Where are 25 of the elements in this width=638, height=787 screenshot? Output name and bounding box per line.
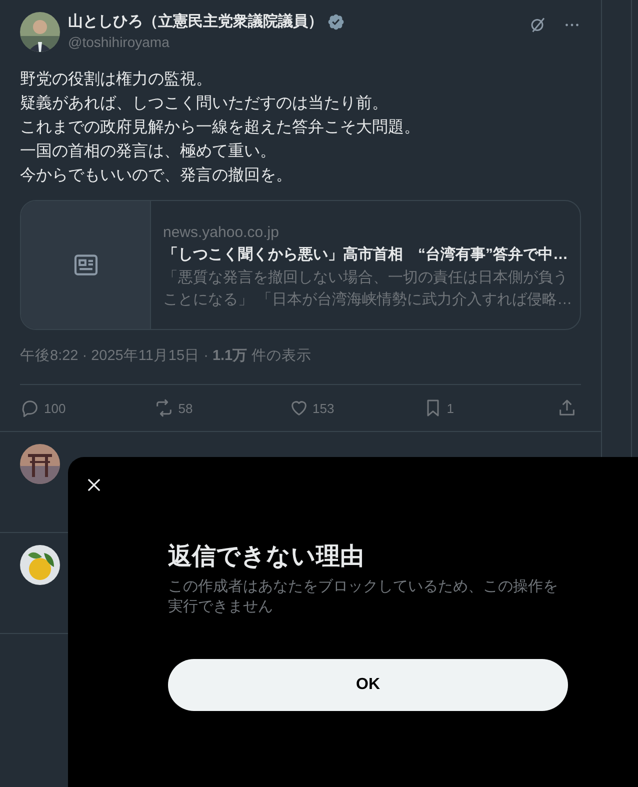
link-title: 「しつこく聞くから悪い」高市首相 “台湾有事”答弁で中… (163, 245, 569, 265)
reply-button[interactable]: 100 (20, 398, 100, 418)
user-handle[interactable]: @toshihiroyama (68, 32, 521, 52)
repost-button[interactable]: 58 (154, 398, 234, 418)
post-text: 一国の首相の発言は、極めて重い。 (20, 142, 277, 162)
heart-icon (288, 398, 308, 418)
post-text: 疑義があれば、しつこく問いただすのは当たり前。 (20, 94, 389, 114)
post-text: これまでの政府見解から一線を超えた答弁こそ大問題。 (20, 118, 421, 138)
like-button[interactable]: 153 (288, 398, 368, 418)
link-domain: news.yahoo.co.jp (163, 223, 280, 243)
speech-bubble-icon (20, 398, 40, 418)
repost-arrows-icon (154, 398, 174, 418)
dialog-message: この作成者はあなたをブロックしているため、この操作を実行できません (168, 577, 559, 617)
slashed-circle-icon[interactable] (529, 16, 547, 34)
link-description: 「悪質な発言を撤回しない場合、一切の責任は日本側が負うことになる」 「日本が台湾海峡情勢に武力介入すれば侵略… (163, 268, 573, 310)
link-card[interactable]: news.yahoo.co.jp 「しつこく聞くから悪い」高市首相 “台湾有事”答弁で中… 「悪質な発言を撤回しない場合、一切の責任は日本側が負うことになる」 「日本が台湾海峡情勢に武力介入すれば侵略… (20, 200, 581, 330)
author-name[interactable]: 山としひろ（立憲民主党衆議院議員） (68, 12, 323, 32)
post-meta: 午後8:22 · 2025年11月15日 · 1.1万 件の表示 (20, 346, 581, 385)
share-icon (557, 398, 577, 418)
post-text: 今からでもいいので、発言の撤回を。 (20, 166, 293, 186)
bookmark-button[interactable]: 1 (422, 398, 503, 418)
ok-button[interactable]: OK (168, 659, 568, 711)
share-button[interactable] (557, 398, 577, 418)
post-text: 野党の役割は権力の監視。 (20, 70, 213, 90)
dialog-title: 返信できない理由 (168, 542, 365, 572)
